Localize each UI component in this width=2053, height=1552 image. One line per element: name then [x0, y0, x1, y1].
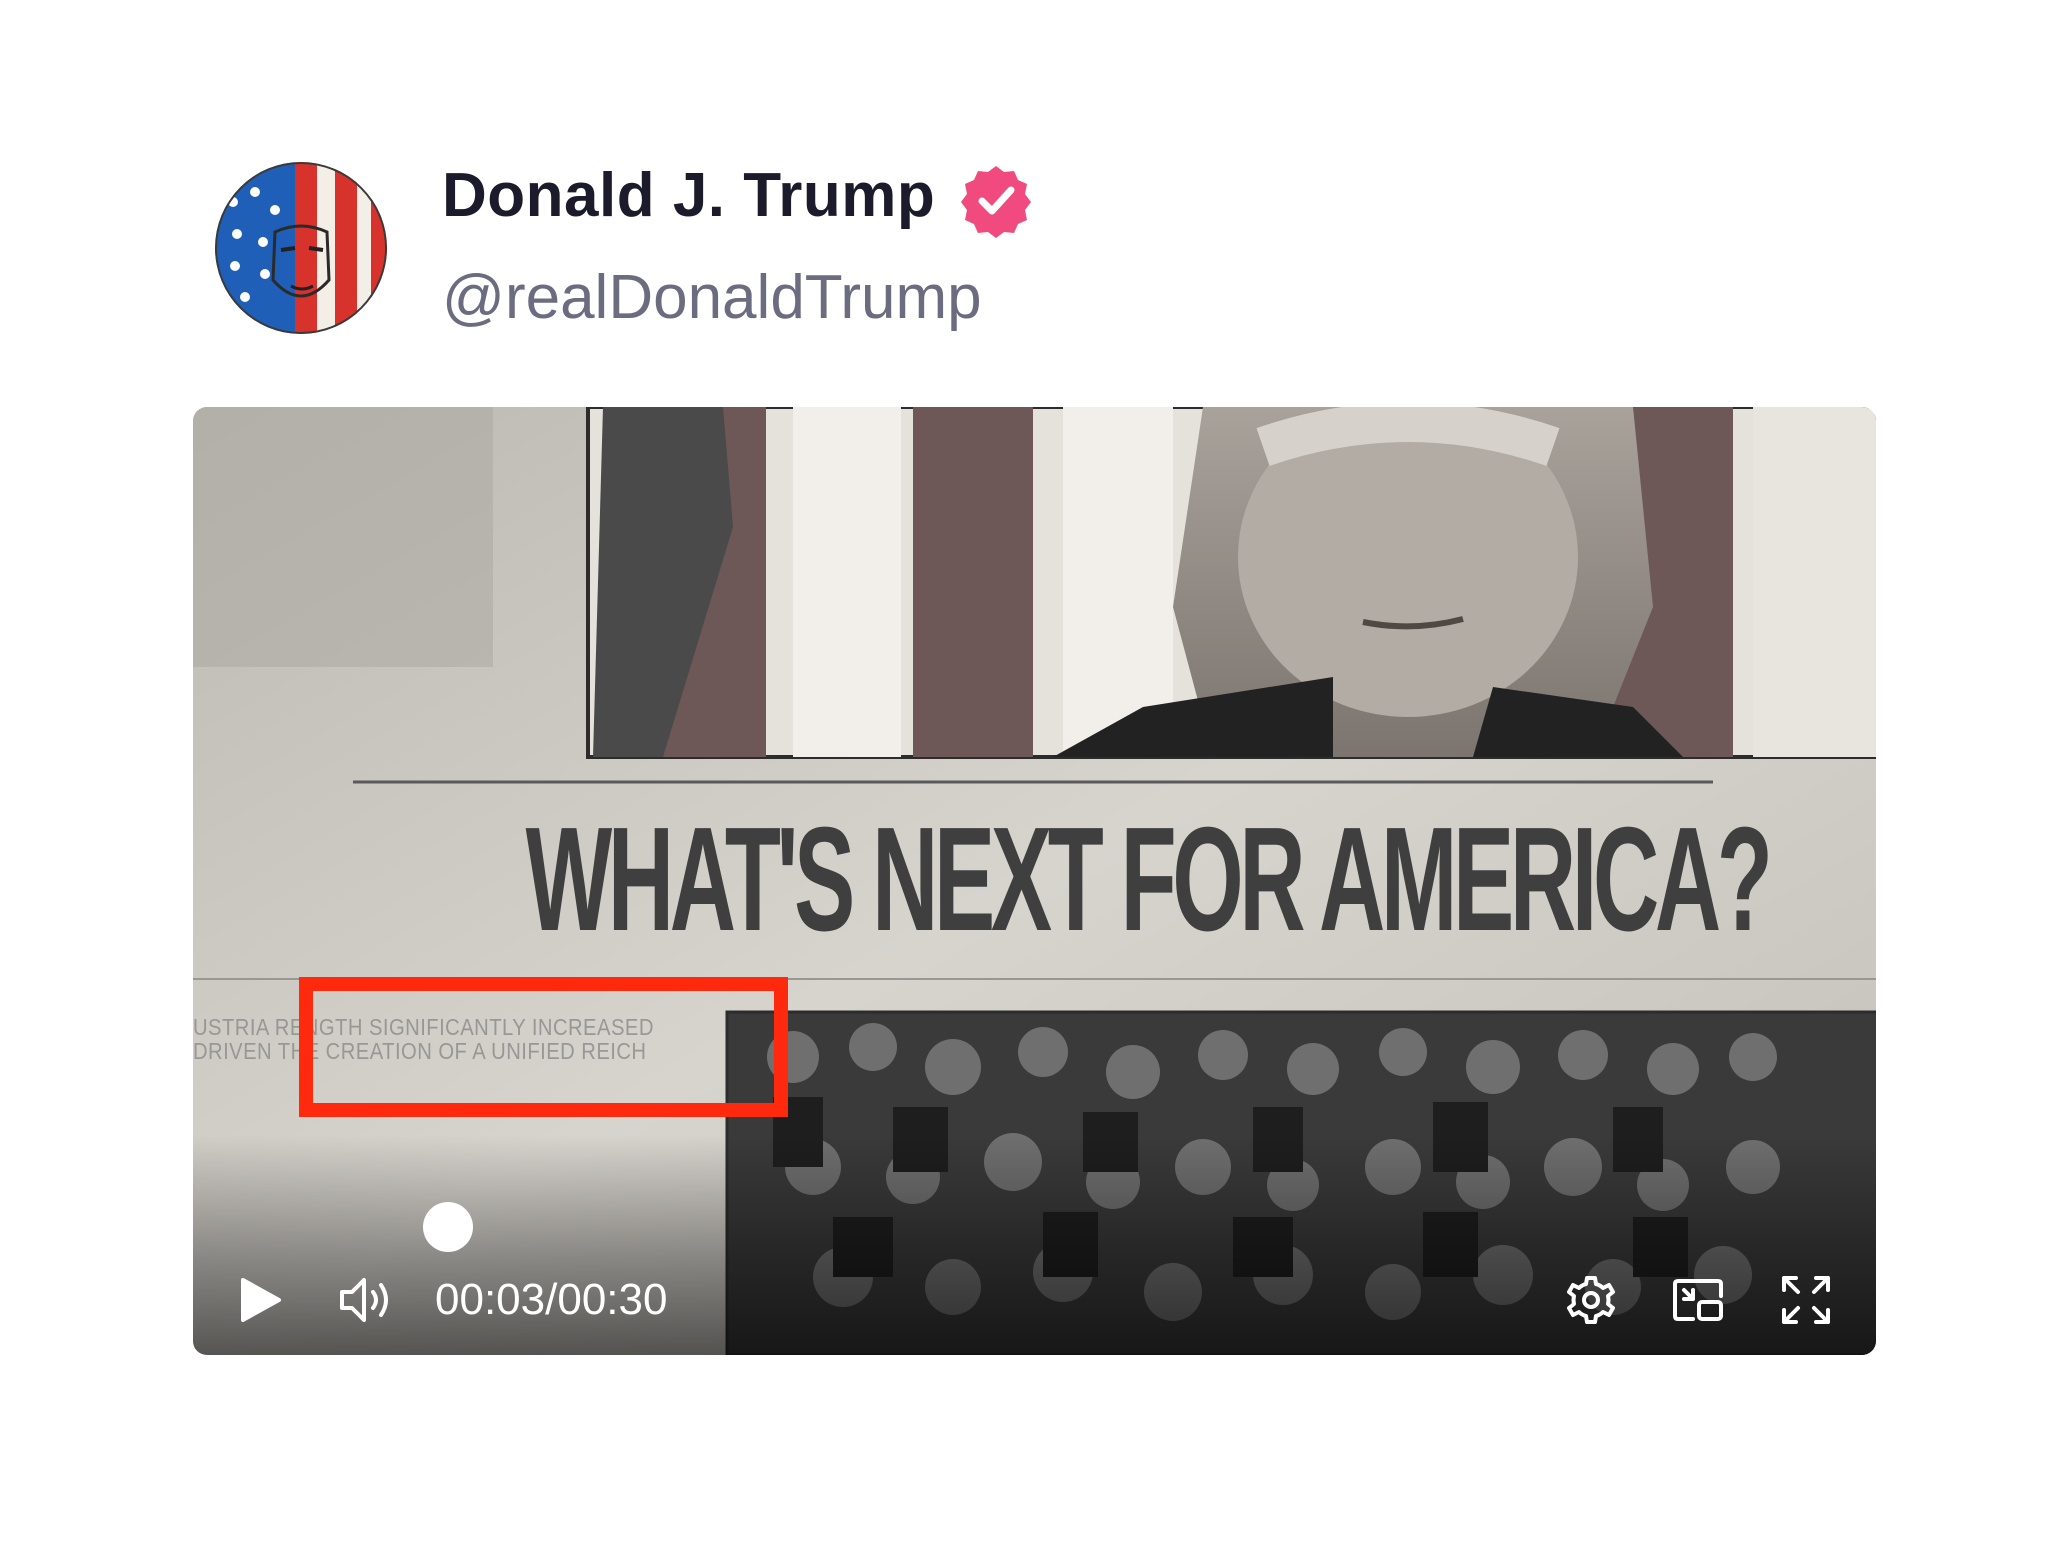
picture-in-picture-icon [1673, 1279, 1723, 1321]
picture-in-picture-button[interactable] [1668, 1262, 1728, 1338]
play-button[interactable] [231, 1262, 291, 1338]
video-player[interactable]: WHAT'S NEXT FOR AMERICA? USTRIA RENGTH S… [193, 407, 1876, 1355]
handle[interactable]: @realDonaldTrump [442, 262, 982, 333]
highlight-annotation-box [299, 977, 788, 1117]
post-header: Donald J. Trump @realDonaldTrump [0, 0, 2053, 380]
avatar-flag-face-image [215, 162, 387, 334]
fullscreen-button[interactable] [1776, 1262, 1836, 1338]
verified-badge-icon [961, 166, 1031, 238]
duration: 00:30 [557, 1275, 668, 1324]
current-time: 00:03 [435, 1275, 546, 1324]
volume-button[interactable] [333, 1262, 403, 1338]
play-icon [241, 1278, 281, 1322]
time-separator: / [545, 1275, 558, 1324]
volume-icon [340, 1278, 388, 1322]
progress-scrubber[interactable] [423, 1202, 473, 1252]
time-display: 00:03/00:30 [435, 1267, 667, 1333]
settings-button[interactable] [1561, 1262, 1621, 1338]
avatar[interactable] [215, 162, 387, 334]
settings-icon [1567, 1276, 1615, 1324]
video-headline: WHAT'S NEXT FOR AMERICA? [525, 797, 1773, 962]
display-name[interactable]: Donald J. Trump [442, 160, 935, 231]
fullscreen-icon [1782, 1276, 1830, 1324]
